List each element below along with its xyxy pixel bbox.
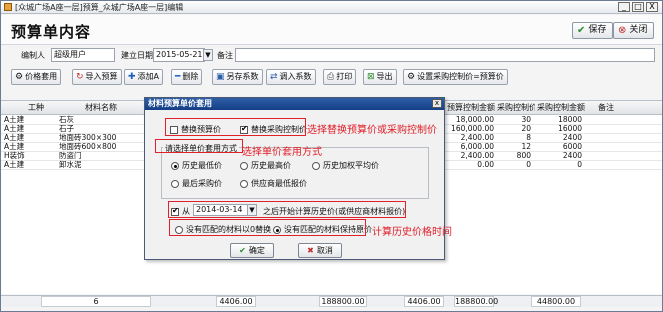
radio-dot — [312, 161, 320, 170]
editor-field[interactable]: 超级用户 — [51, 48, 115, 62]
option-hist-avg[interactable]: 历史加权平均价 — [312, 160, 379, 171]
close-label: 关闭 — [629, 25, 648, 35]
col-header-name: 材料名称 — [85, 103, 117, 112]
date-label: 建立日期 — [121, 51, 153, 60]
check-icon: ✔ — [239, 246, 246, 255]
floppy-icon: ▣ — [216, 72, 225, 82]
highlight-replace — [165, 118, 306, 136]
cell-budget-amount: 0.00 — [477, 160, 494, 169]
price-apply-button[interactable]: ⚙ 价格套用 — [11, 69, 62, 85]
footer-total-2: 188800.00 — [319, 296, 367, 307]
add-button[interactable]: ✚ 添加A — [124, 69, 164, 85]
footer-total-4: 188800.00 — [454, 296, 499, 307]
export-label: 导出 — [376, 72, 393, 81]
option-hist-low-label: 历史最低价 — [182, 161, 222, 170]
note-label: 备注 — [217, 51, 233, 60]
dialog-title: 材料预算单价套用 — [145, 98, 444, 110]
app-window: [众城广场A座一层]预算_众城广场A座一层]编辑 _ □ X 预算单内容 ✔ 保… — [0, 0, 663, 312]
import-budget-button[interactable]: ↻ 导入预算 — [72, 69, 122, 85]
editor-label: 编制人 — [21, 51, 45, 60]
cancel-icon: ✖ — [307, 246, 314, 255]
annotation-time: 计算历史价格时间 — [372, 227, 452, 238]
form-row: 编制人 超级用户 建立日期 2015-05-21 ▼ 备注 — [1, 48, 662, 64]
save-as-coeff-button[interactable]: ▣ 另存系数 — [212, 69, 263, 85]
highlight-time — [168, 201, 406, 218]
cancel-label: 取消 — [316, 246, 333, 255]
cell-ctrl-amount: 0 — [577, 160, 582, 169]
option-supplier-low-label: 供应商最低报价 — [251, 179, 307, 188]
radio-dot — [240, 161, 248, 170]
add-label: 添加A — [137, 72, 160, 81]
col-header-note: 备注 — [598, 103, 614, 112]
load-coeff-label: 调入系数 — [279, 72, 312, 81]
highlight-method — [155, 139, 243, 153]
window-close-button[interactable]: X — [646, 2, 658, 12]
print-label: 打印 — [336, 72, 353, 81]
price-apply-label: 价格套用 — [25, 72, 58, 81]
load-icon: ⇄ — [270, 72, 278, 82]
import-budget-label: 导入预算 — [85, 72, 118, 81]
delete-label: 删除 — [182, 72, 199, 81]
option-supplier-low[interactable]: 供应商最低报价 — [240, 178, 307, 189]
gear-icon: ⚙ — [407, 72, 416, 82]
footer-total-3: 4406.00 — [404, 296, 444, 307]
cell-name: 卸水泥 — [59, 160, 82, 169]
date-dropdown-icon[interactable]: ▼ — [203, 49, 213, 61]
footer-total-1: 4406.00 — [216, 296, 256, 307]
import-icon: ↻ — [76, 72, 84, 82]
printer-icon: ⎙ — [327, 72, 335, 82]
col-header-ctrl-amount: 采购控制金额 — [537, 103, 585, 112]
option-hist-avg-label: 历史加权平均价 — [323, 161, 379, 170]
save-button[interactable]: ✔ 保存 — [572, 22, 614, 39]
set-control-price-button[interactable]: ⚙ 设置采购控制价=预算价 — [403, 69, 508, 85]
dialog-close-button[interactable]: x — [432, 99, 442, 108]
col-header-type: 工种 — [28, 103, 44, 112]
highlight-no-match — [169, 219, 366, 236]
close-button[interactable]: ⊗ 关闭 — [613, 22, 655, 39]
toolbar: ⚙ 价格套用 ↻ 导入预算 ✚ 添加A ━ 删除 ▣ 另存系数 ⇄ 调入系数 ⎙ 打印 ⊠ 导出… — [1, 67, 662, 87]
close-icon: ⊗ — [618, 25, 627, 36]
footer-count: 6 — [41, 296, 151, 307]
title-bar: [众城广场A座一层]预算_众城广场A座一层]编辑 _ □ X — [1, 1, 662, 14]
grid-footer: 6 4406.00 188800.00 4406.00 188800.00 44… — [1, 295, 662, 307]
delete-button[interactable]: ━ 删除 — [171, 69, 203, 85]
date-field[interactable]: 2015-05-21 — [153, 48, 205, 62]
minus-icon: ━ — [175, 72, 181, 82]
option-hist-high-label: 历史最高价 — [251, 161, 291, 170]
option-hist-low[interactable]: 历史最低价 — [171, 160, 222, 171]
check-icon: ✔ — [577, 25, 586, 36]
option-hist-high[interactable]: 历史最高价 — [240, 160, 291, 171]
radio-dot — [240, 179, 248, 188]
save-label: 保存 — [588, 25, 607, 35]
save-as-coeff-label: 另存系数 — [226, 72, 259, 81]
app-icon — [4, 3, 12, 11]
annotation-replace: 选择替换预算价或采购控制价 — [307, 125, 437, 136]
ok-label: 确定 — [248, 246, 265, 255]
plus-icon: ✚ — [128, 72, 136, 82]
option-last-purchase[interactable]: 最后采购价 — [171, 178, 222, 189]
annotation-method: 选择单价套用方式 — [242, 147, 322, 158]
col-header-ctrl-price: 采购控制价 — [497, 103, 535, 112]
load-coeff-button[interactable]: ⇄ 调入系数 — [266, 69, 316, 85]
option-last-purchase-label: 最后采购价 — [182, 179, 222, 188]
ok-button[interactable]: ✔ 确定 — [230, 243, 274, 258]
cell-type: A土建 — [4, 160, 25, 169]
excel-icon: ⊠ — [367, 72, 375, 82]
cell-ctrl-price: 0 — [526, 160, 531, 169]
maximize-button[interactable]: □ — [632, 2, 644, 12]
note-field[interactable] — [235, 48, 655, 62]
print-button[interactable]: ⎙ 打印 — [323, 69, 357, 85]
set-control-price-label: 设置采购控制价=预算价 — [417, 72, 504, 81]
header: 预算单内容 ✔ 保存 ⊗ 关闭 — [1, 15, 662, 45]
footer-total-5: 44800.00 — [531, 296, 581, 307]
radio-dot — [171, 179, 179, 188]
export-button[interactable]: ⊠ 导出 — [363, 69, 397, 85]
page-title: 预算单内容 — [11, 23, 92, 41]
minimize-button[interactable]: _ — [618, 2, 630, 12]
cancel-button[interactable]: ✖ 取消 — [298, 243, 342, 258]
coins-icon: ⚙ — [15, 72, 24, 82]
window-title: [众城广场A座一层]预算_众城广场A座一层]编辑 — [15, 3, 184, 12]
radio-dot — [171, 161, 179, 170]
col-header-budget-amount: 预算控制金额 — [447, 103, 495, 112]
